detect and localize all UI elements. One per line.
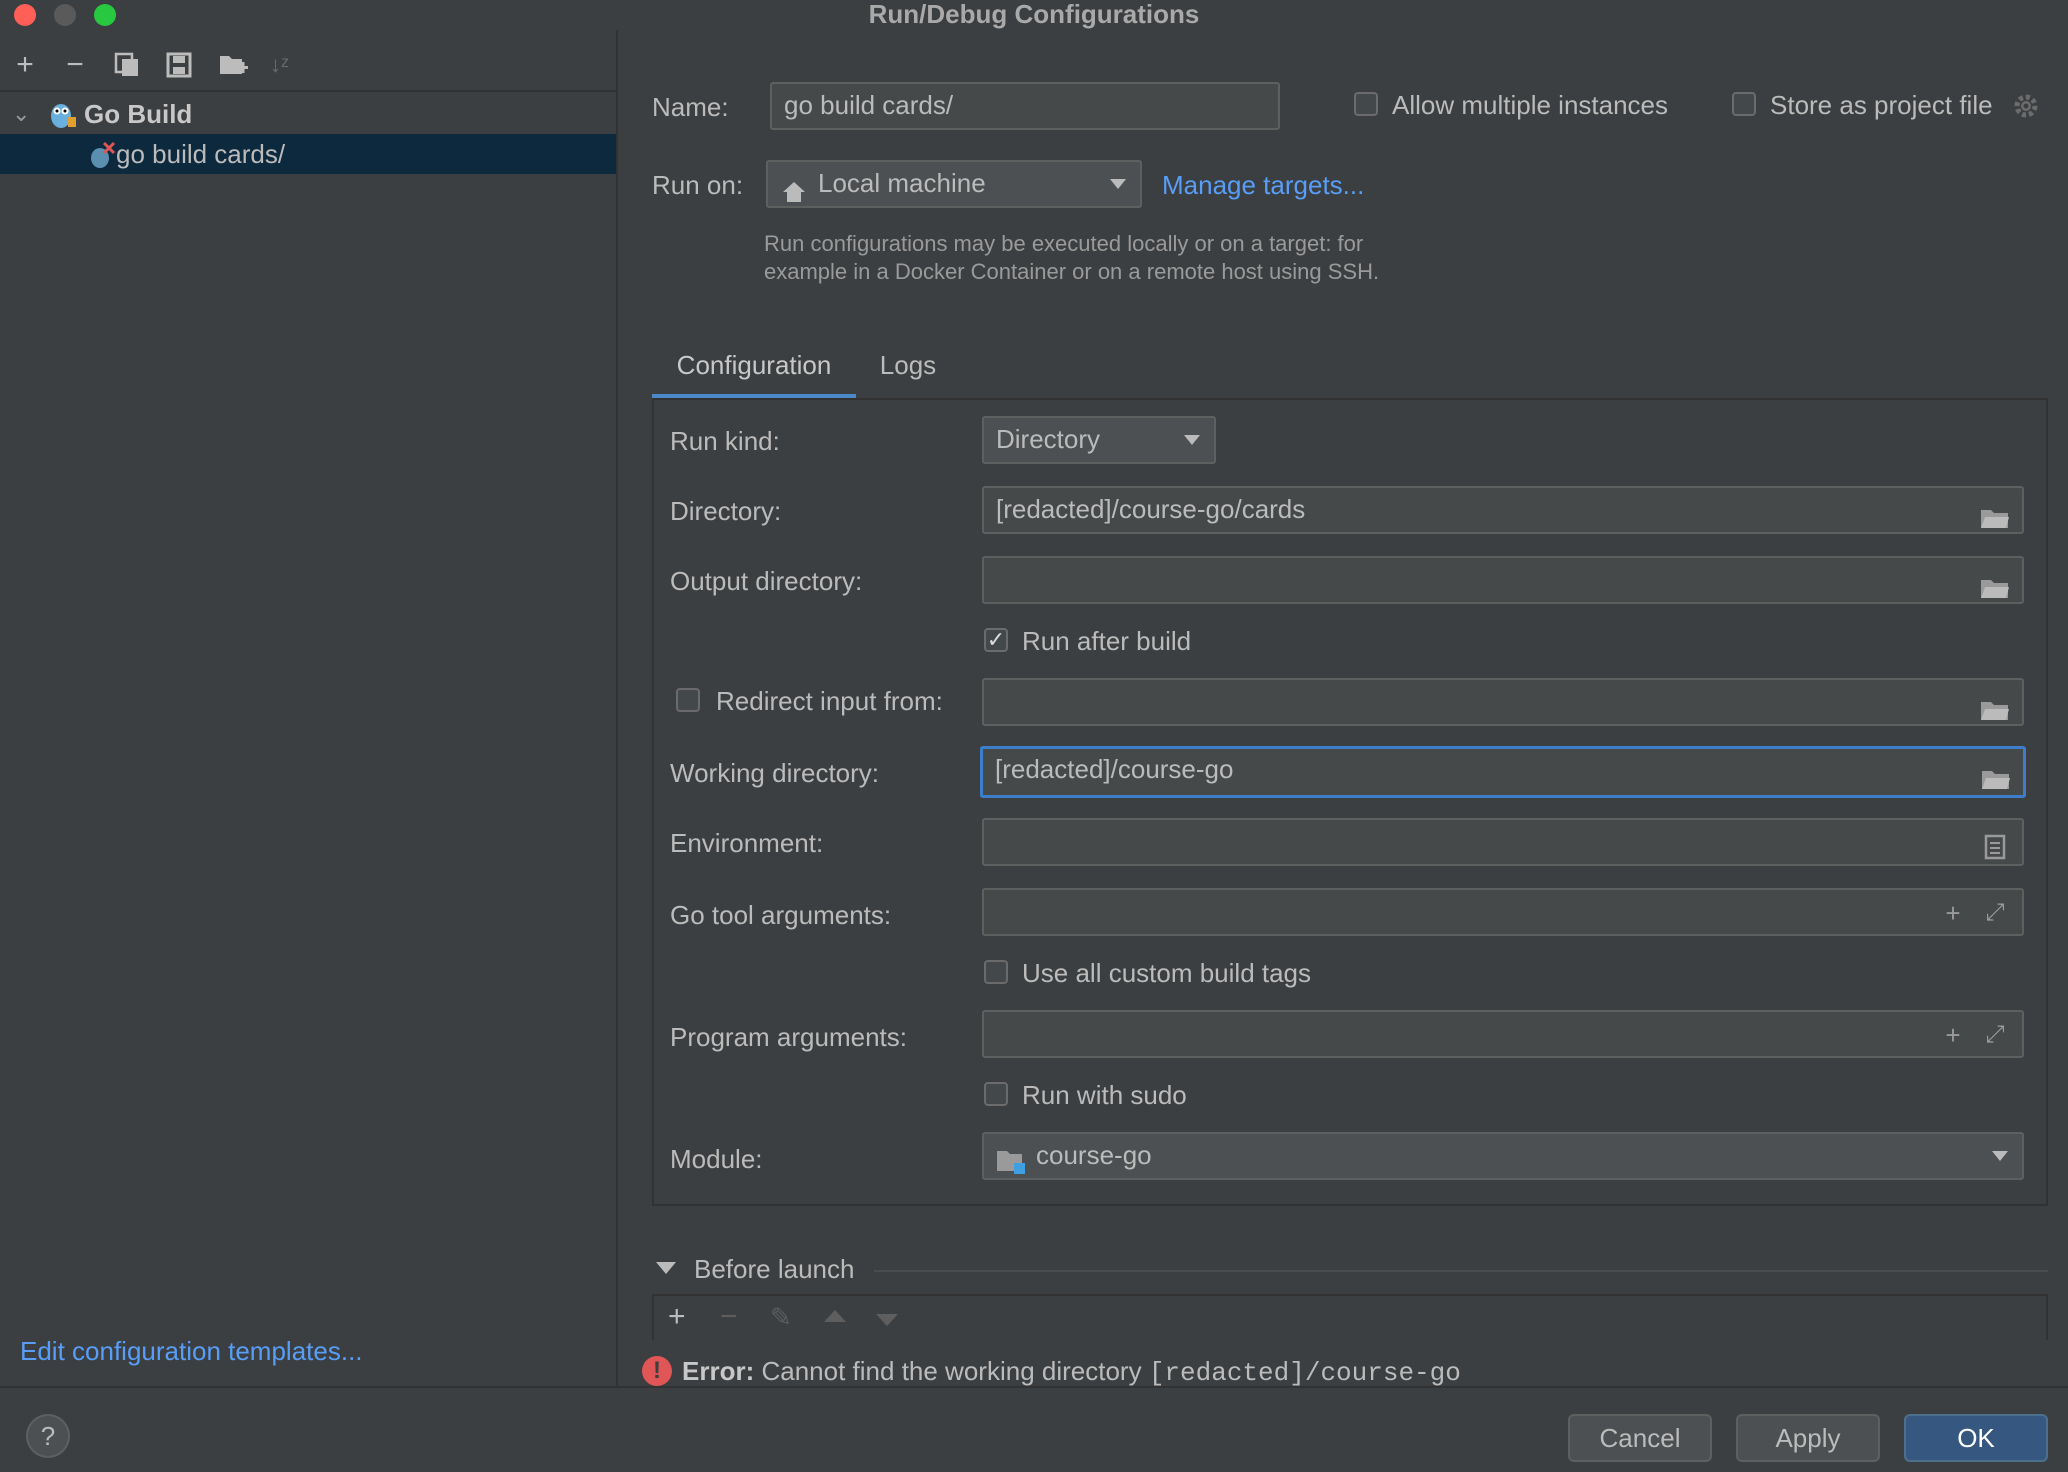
environment-input[interactable]	[982, 818, 2024, 866]
redirect-input-checkbox[interactable]	[676, 688, 700, 712]
cancel-button[interactable]: Cancel	[1568, 1414, 1712, 1462]
folder-icon[interactable]	[1981, 762, 2011, 789]
run-after-build-label: Run after build	[1022, 626, 1192, 656]
redirect-input-field[interactable]	[982, 678, 2024, 726]
chevron-down-icon	[1110, 179, 1126, 189]
home-icon	[782, 173, 806, 202]
configurations-sidebar	[0, 30, 618, 1388]
run-kind-value: Directory	[996, 424, 1101, 454]
arrow-up-icon	[824, 1310, 846, 1322]
allow-multiple-instances-label: Allow multiple instances	[1392, 90, 1669, 120]
name-label: Name:	[652, 92, 729, 122]
output-directory-label: Output directory:	[670, 566, 863, 596]
run-after-build-checkbox[interactable]: ✓	[984, 628, 1008, 652]
run-with-sudo-checkbox[interactable]	[984, 1082, 1008, 1106]
program-arguments-input[interactable]: + ⤢	[982, 1010, 2024, 1058]
error-icon: !	[642, 1356, 672, 1386]
chevron-down-icon	[1184, 435, 1200, 445]
store-as-project-file-checkbox[interactable]	[1732, 92, 1756, 116]
error-text: Cannot find the working directory	[761, 1356, 1142, 1386]
save-icon[interactable]	[166, 52, 192, 78]
before-launch-list	[652, 1294, 2048, 1340]
document-icon[interactable]	[1984, 830, 2006, 860]
run-kind-label: Run kind:	[670, 426, 780, 456]
folder-icon[interactable]	[1980, 500, 2010, 528]
run-on-label: Run on:	[652, 170, 744, 200]
new-folder-icon[interactable]	[218, 52, 248, 78]
sort-icon: ↓ᶻ	[270, 52, 289, 77]
gear-icon[interactable]	[2012, 92, 2040, 120]
pencil-icon: ✎	[770, 1302, 792, 1332]
add-icon[interactable]: +	[10, 50, 40, 80]
go-gopher-icon	[48, 100, 76, 128]
module-value: course-go	[1036, 1140, 1152, 1170]
error-message: Error: Cannot find the working directory…	[682, 1356, 1461, 1388]
error-path: [redacted]/course-go	[1148, 1358, 1461, 1388]
output-directory-input[interactable]	[982, 556, 2024, 604]
module-folder-icon	[996, 1145, 1026, 1174]
program-arguments-label: Program arguments:	[670, 1022, 907, 1052]
folder-icon[interactable]	[1980, 570, 2010, 598]
run-on-hint-line2: example in a Docker Container or on a re…	[764, 259, 1380, 284]
expand-icon[interactable]: ⤢	[1982, 900, 2008, 926]
ok-button[interactable]: OK	[1904, 1414, 2048, 1462]
working-directory-input[interactable]: [redacted]/course-go	[980, 746, 2026, 798]
tree-item-label: go build cards/	[116, 139, 286, 169]
arrow-down-icon	[876, 1314, 898, 1326]
tree-group-go-build[interactable]: ⌄ Go Build	[0, 94, 616, 134]
working-directory-label: Working directory:	[670, 758, 880, 788]
remove-icon[interactable]: −	[60, 50, 90, 80]
copy-icon[interactable]	[114, 52, 140, 78]
directory-value: [redacted]/course-go/cards	[996, 494, 1306, 524]
directory-label: Directory:	[670, 496, 782, 526]
run-kind-select[interactable]: Directory	[982, 416, 1216, 464]
store-as-project-file-label: Store as project file	[1770, 90, 1993, 120]
folder-icon[interactable]	[1980, 692, 2010, 720]
manage-targets-link[interactable]: Manage targets...	[1162, 170, 1364, 201]
redirect-input-label: Redirect input from:	[716, 686, 943, 716]
plus-icon[interactable]: +	[1940, 1022, 1966, 1048]
tab-configuration[interactable]: Configuration	[652, 332, 856, 398]
toolbar-divider	[0, 90, 616, 92]
environment-label: Environment:	[670, 828, 824, 858]
plus-icon[interactable]: +	[668, 1302, 686, 1332]
go-tool-arguments-label: Go tool arguments:	[670, 900, 892, 930]
allow-multiple-instances-checkbox[interactable]	[1354, 92, 1378, 116]
directory-input[interactable]: [redacted]/course-go/cards	[982, 486, 2024, 534]
before-launch-divider	[874, 1270, 2048, 1272]
go-config-error-icon	[88, 140, 116, 168]
help-button[interactable]: ?	[26, 1414, 70, 1458]
bottom-divider	[0, 1386, 2068, 1388]
before-launch-title[interactable]: Before launch	[694, 1254, 854, 1285]
custom-build-tags-label: Use all custom build tags	[1022, 958, 1312, 988]
apply-button[interactable]: Apply	[1736, 1414, 1880, 1462]
minus-icon: −	[720, 1300, 738, 1333]
tree-item-go-build-cards[interactable]: go build cards/	[0, 134, 616, 174]
working-directory-value: [redacted]/course-go	[995, 754, 1234, 784]
run-on-value: Local machine	[818, 168, 986, 198]
module-select[interactable]: course-go	[982, 1132, 2024, 1180]
name-input[interactable]: go build cards/	[770, 82, 1280, 130]
error-prefix: Error:	[682, 1356, 755, 1386]
module-label: Module:	[670, 1144, 763, 1174]
edit-configuration-templates-link[interactable]: Edit configuration templates...	[20, 1336, 363, 1367]
expand-icon[interactable]: ⤢	[1982, 1022, 2008, 1048]
chevron-down-icon	[1992, 1151, 2008, 1161]
custom-build-tags-checkbox[interactable]	[984, 960, 1008, 984]
run-on-hint-line1: Run configurations may be executed local…	[764, 231, 1364, 256]
run-with-sudo-label: Run with sudo	[1022, 1080, 1187, 1110]
window-title: Run/Debug Configurations	[868, 0, 1200, 29]
tab-logs[interactable]: Logs	[872, 332, 944, 398]
go-tool-arguments-input[interactable]: + ⤢	[982, 888, 2024, 936]
chevron-down-icon[interactable]: ⌄	[12, 94, 30, 134]
run-on-select[interactable]: Local machine	[766, 160, 1142, 208]
triangle-down-icon[interactable]	[656, 1262, 676, 1274]
plus-icon[interactable]: +	[1940, 900, 1966, 926]
tree-group-label: Go Build	[84, 99, 193, 129]
